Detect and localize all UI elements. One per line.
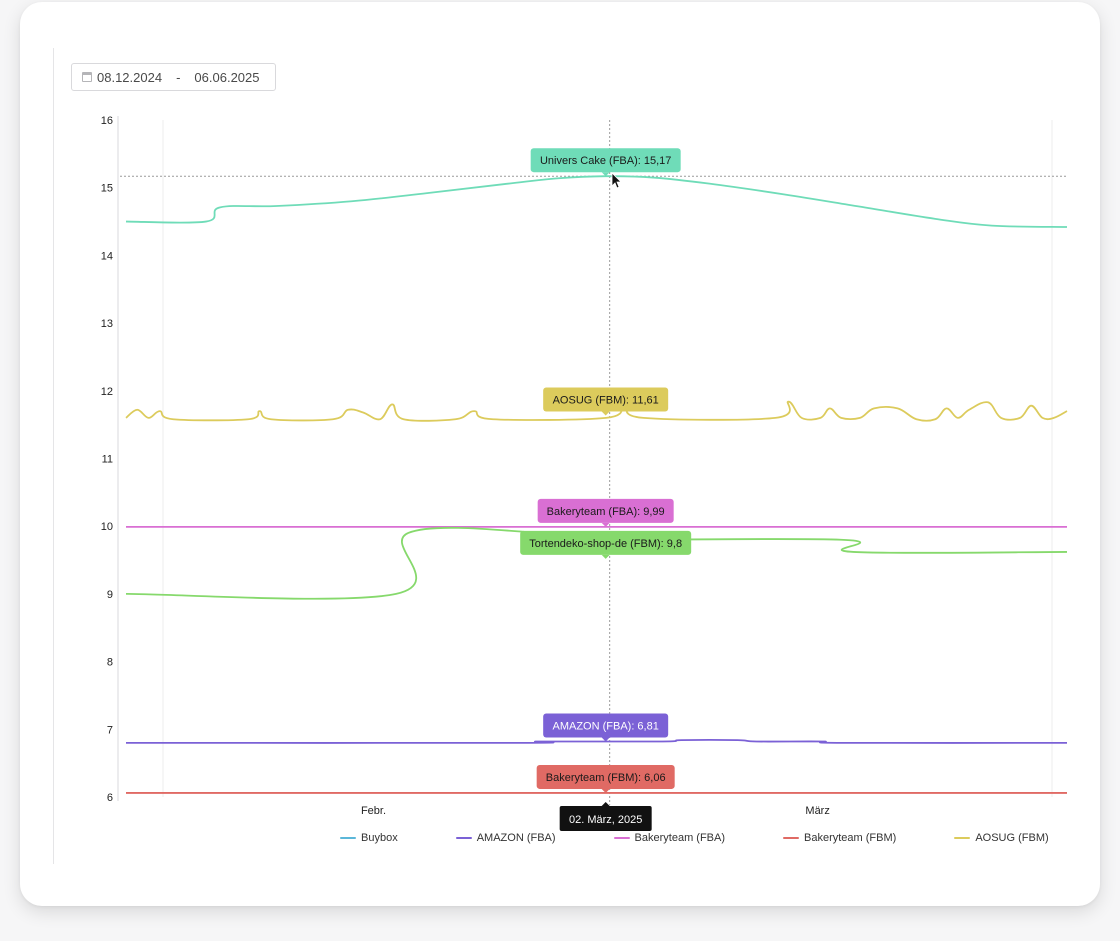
tooltip-label: AOSUG (FBM): 11,61	[553, 394, 659, 406]
y-tick-label: 6	[107, 792, 113, 804]
x-tick-label: Febr.	[361, 805, 386, 817]
legend-swatch	[954, 837, 971, 839]
y-tick-label: 14	[101, 250, 113, 262]
chart-legend: Buybox AMAZON (FBA) Bakeryteam (FBA) Bakery…	[340, 832, 1049, 844]
tooltip-label: Bakeryteam (FBM): 6,06	[546, 772, 666, 784]
tooltip-1: AOSUG (FBM): 11,61	[543, 387, 669, 416]
legend-swatch	[783, 837, 800, 839]
date-badge-arrow	[601, 802, 610, 806]
legend-label: Bakeryteam (FBA)	[634, 832, 726, 844]
tooltip-3: Tortendeko-shop-de (FBM): 9,8	[520, 530, 692, 559]
price-chart[interactable]: 6 7 8 9 10 11 12 13 14 15 16 Febr. März Univers Cake …	[0, 0, 1120, 941]
y-tick-label: 16	[101, 115, 113, 127]
date-badge-label: 02. März, 2025	[569, 814, 642, 826]
tooltip-label: Tortendeko-shop-de (FBM): 9,8	[529, 538, 682, 550]
legend-item[interactable]: Bakeryteam (FBA)	[613, 832, 726, 844]
tooltip-label: AMAZON (FBA): 6,81	[552, 720, 658, 732]
legend-label: AMAZON (FBA)	[476, 832, 556, 844]
y-tick-label: 8	[107, 657, 113, 669]
y-tick-label: 10	[101, 521, 113, 533]
legend-swatch	[613, 837, 630, 839]
y-tick-label: 7	[107, 724, 113, 736]
tooltip-4: AMAZON (FBA): 6,81	[543, 713, 669, 742]
y-tick-label: 11	[102, 454, 113, 466]
tooltip-0: Univers Cake (FBA): 15,17	[530, 148, 681, 177]
y-tick-label: 15	[101, 183, 113, 195]
legend-item[interactable]: AOSUG (FBM)	[954, 832, 1049, 844]
x-tick-label: März	[805, 805, 829, 817]
y-tick-label: 12	[101, 386, 113, 398]
tooltip-label: Bakeryteam (FBA): 9,99	[547, 506, 665, 518]
mouse-cursor-icon	[611, 172, 622, 189]
legend-label: AOSUG (FBM)	[975, 832, 1049, 844]
series-line-0	[125, 175, 1068, 228]
legend-item[interactable]: Buybox	[340, 832, 398, 844]
legend-label: Buybox	[361, 832, 398, 844]
tooltip-arrow	[601, 411, 610, 416]
legend-label: Bakeryteam (FBM)	[804, 832, 897, 844]
tooltip-arrow	[601, 554, 610, 559]
legend-item[interactable]: AMAZON (FBA)	[455, 832, 556, 844]
tooltip-2: Bakeryteam (FBA): 9,99	[537, 498, 674, 527]
tooltip-label: Univers Cake (FBA): 15,17	[540, 155, 671, 167]
series-line-4	[125, 739, 1068, 744]
legend-swatch	[340, 837, 356, 839]
legend-swatch	[455, 837, 472, 839]
y-tick-label: 9	[107, 589, 113, 601]
y-tick-label: 13	[101, 318, 113, 330]
tooltip-5: Bakeryteam (FBM): 6,06	[536, 764, 675, 793]
legend-item[interactable]: Bakeryteam (FBM)	[783, 832, 896, 844]
